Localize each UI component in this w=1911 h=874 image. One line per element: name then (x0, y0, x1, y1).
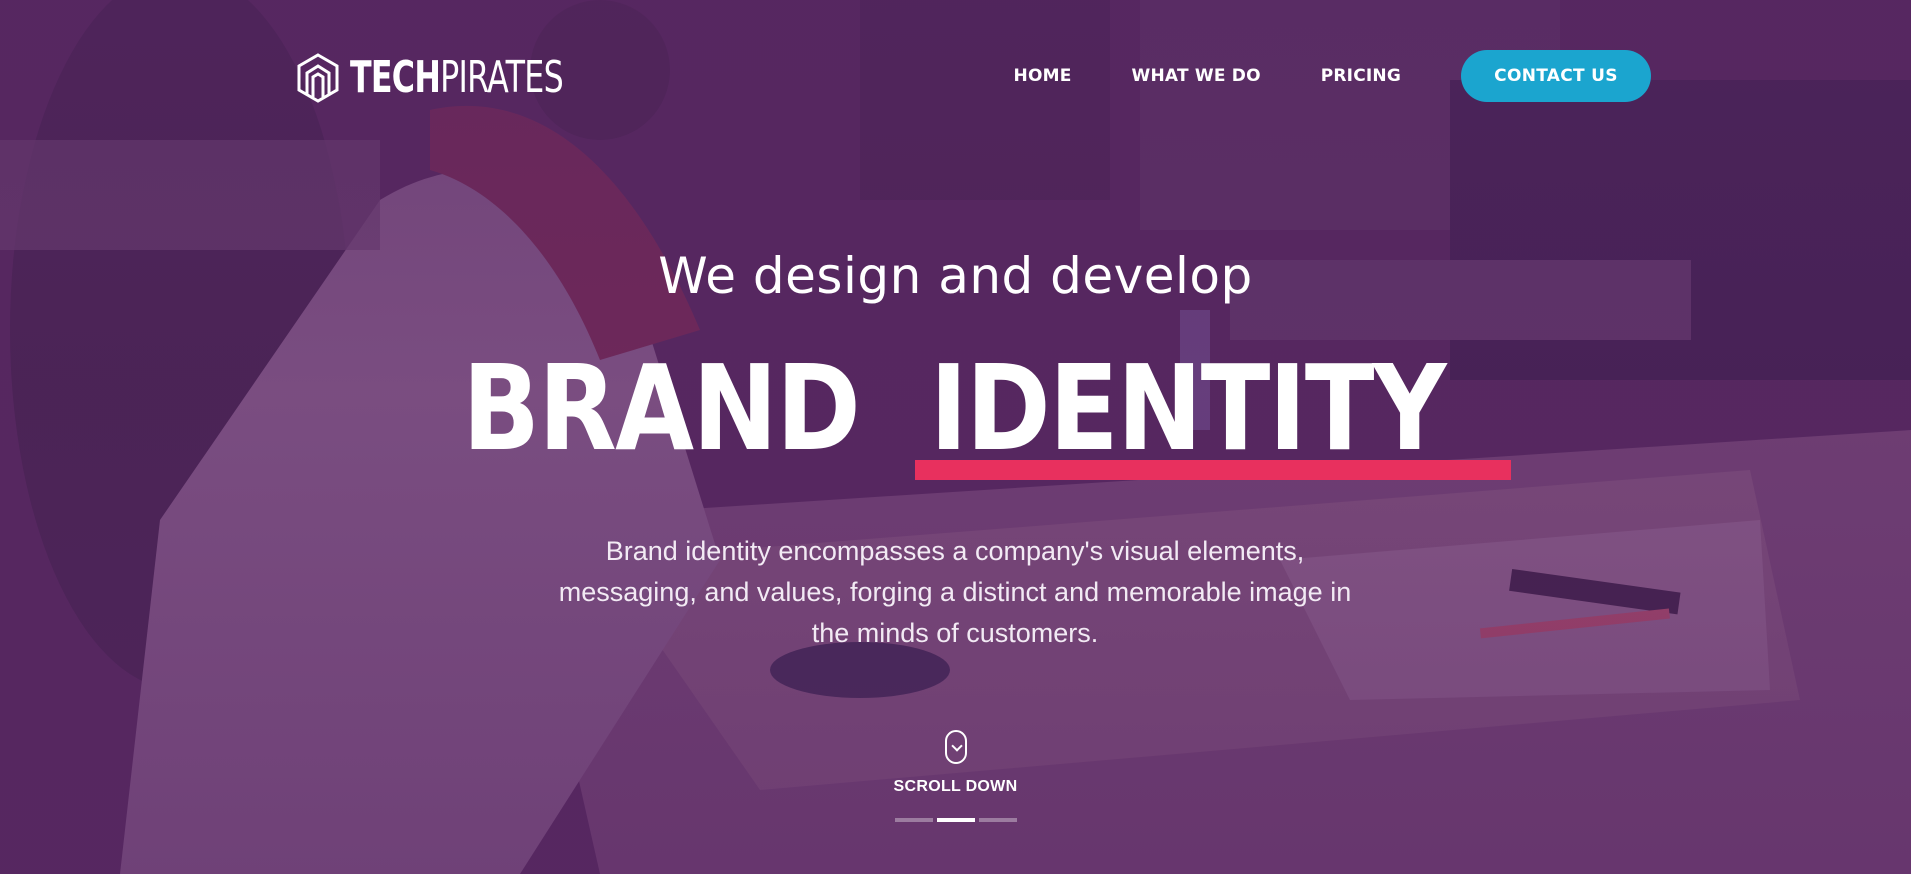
slider-dot-active[interactable] (937, 818, 975, 822)
main-nav: HOME WHAT WE DO PRICING CONTACT US (1014, 50, 1651, 102)
slider-dot[interactable] (979, 818, 1017, 822)
hero-description: Brand identity encompasses a company's v… (558, 536, 1352, 648)
logo-wordmark: TECHPIRATES (350, 50, 564, 106)
nav-what-we-do-link[interactable]: WHAT WE DO (1132, 66, 1261, 86)
mouse-scroll-icon (944, 730, 967, 764)
slider-dot[interactable] (895, 818, 933, 822)
scroll-down-button[interactable]: SCROLL DOWN (0, 730, 1911, 796)
headline-brand-word: BRAND (461, 339, 861, 477)
slider-pagination (895, 818, 1017, 822)
scroll-down-label: SCROLL DOWN (893, 778, 1018, 795)
contact-us-button[interactable]: CONTACT US (1461, 50, 1651, 102)
logo-link[interactable]: TECHPIRATES (296, 50, 646, 106)
nav-home-link[interactable]: HOME (1014, 66, 1072, 86)
hero-section: TECHPIRATES HOME WHAT WE DO PRICING CONT… (0, 0, 1911, 874)
logo-tech-text: TECH (350, 52, 441, 103)
headline-identity-word: IDENTITY (929, 339, 1446, 477)
hexagon-logo-icon (297, 53, 339, 103)
hero-headline: BRAND IDENTITY (0, 338, 1911, 478)
hero-tagline: We design and develop (658, 247, 1253, 305)
logo-pirates-text: PIRATES (440, 52, 564, 103)
nav-pricing-link[interactable]: PRICING (1321, 66, 1401, 86)
headline-accent-underline (915, 460, 1511, 480)
